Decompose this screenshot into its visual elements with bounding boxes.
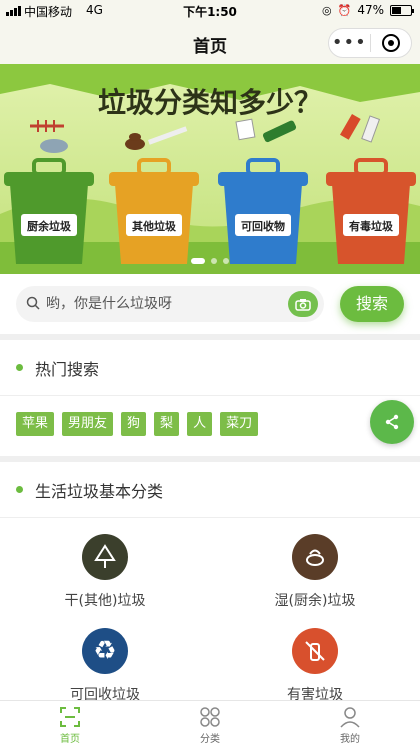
carousel-dot[interactable] [223,258,229,264]
banner-bin: 有毒垃圾 [326,158,416,264]
category-wet-waste[interactable]: 湿(厨余)垃圾 [210,534,420,610]
tab-category[interactable]: 分类 [140,701,280,747]
search-icon [26,296,40,310]
banner-carousel[interactable]: 垃圾分类知多少？ 厨余垃圾 其他垃圾 可回收物 有毒垃圾 [0,64,420,274]
hot-tag[interactable]: 菜刀 [220,412,259,436]
battery-text: 47% [357,3,384,17]
share-button[interactable] [370,400,414,444]
battery-icon [390,4,414,16]
home-scan-icon [60,707,80,727]
bin-label: 可回收物 [241,219,285,233]
category-name: 有害垃圾 [287,687,343,700]
hot-tag[interactable]: 狗 [121,412,147,436]
bullet-dot [16,364,23,371]
search-input[interactable] [46,286,286,322]
banner-headline: 垃圾分类知多少？ [98,86,322,119]
grid-icon [200,707,220,727]
hazard-icon [292,628,338,674]
food-waste-icon [292,534,338,580]
banner-bin: 厨余垃圾 [4,158,94,264]
camera-button[interactable] [288,291,318,317]
hot-tag[interactable]: 男朋友 [62,412,114,436]
category-hazardous[interactable]: 有害垃圾 [210,628,420,700]
section-header: 生活垃圾基本分类 [0,462,420,518]
mini-program-capsule: ••• [328,28,412,58]
banner-bin: 可回收物 [218,158,308,264]
tab-bar: 首页 分类 我的 [0,700,420,747]
alarm-icon: ⏰ [337,3,352,17]
category-name: 湿(厨余)垃圾 [274,593,356,609]
more-button[interactable]: ••• [329,34,370,52]
hot-search-section: 热门搜索 苹果 男朋友 狗 梨 人 菜刀 [0,340,420,456]
category-grid: 干(其他)垃圾 湿(厨余)垃圾 ♻ 可回收垃圾 有害垃圾 [0,518,420,700]
close-miniprogram-button[interactable] [370,34,411,52]
carousel-dot[interactable] [211,258,217,264]
tab-home[interactable]: 首页 [0,701,140,747]
recycle-icon: ♻ [82,628,128,674]
search-button[interactable]: 搜索 [340,286,404,322]
camera-icon [295,298,311,311]
hot-tag[interactable]: 苹果 [16,412,55,436]
tree-icon [82,534,128,580]
category-name: 可回收垃圾 [70,687,140,700]
section-title: 热门搜索 [35,359,100,379]
tab-label: 首页 [60,734,80,745]
banner-illustration: 垃圾分类知多少？ 厨余垃圾 其他垃圾 可回收物 有毒垃圾 [0,64,420,274]
section-header: 热门搜索 [0,340,420,396]
share-icon [385,414,399,430]
search-bar: 搜索 [0,274,420,334]
user-icon [340,707,360,728]
status-bar: 中国移动 4G 下午1:50 ◎ ⏰ 47% [0,0,420,22]
tab-label: 我的 [340,734,360,745]
category-recyclable[interactable]: ♻ 可回收垃圾 [0,628,210,700]
bin-label: 厨余垃圾 [27,219,72,233]
search-field[interactable] [16,286,324,322]
category-name: 干(其他)垃圾 [64,593,146,609]
carousel-dot[interactable] [191,258,205,264]
section-title: 生活垃圾基本分类 [35,481,164,501]
basic-category-section: 生活垃圾基本分类 干(其他)垃圾 湿(厨余)垃圾 ♻ 可回收垃圾 有害垃圾 [0,462,420,700]
bullet-dot [16,486,23,493]
bin-label: 其他垃圾 [132,219,177,233]
hot-tag[interactable]: 梨 [154,412,180,436]
bin-label: 有毒垃圾 [349,219,394,233]
target-icon [381,34,400,52]
tab-profile[interactable]: 我的 [280,701,420,747]
carousel-dots [0,258,420,264]
hot-tag[interactable]: 人 [187,412,213,436]
location-icon: ◎ [322,3,332,17]
nav-bar: 首页 ••• [0,22,420,64]
hot-tags: 苹果 男朋友 狗 梨 人 菜刀 [0,396,420,436]
tab-label: 分类 [200,734,220,745]
category-dry-waste[interactable]: 干(其他)垃圾 [0,534,210,610]
banner-bin: 其他垃圾 [109,158,199,264]
